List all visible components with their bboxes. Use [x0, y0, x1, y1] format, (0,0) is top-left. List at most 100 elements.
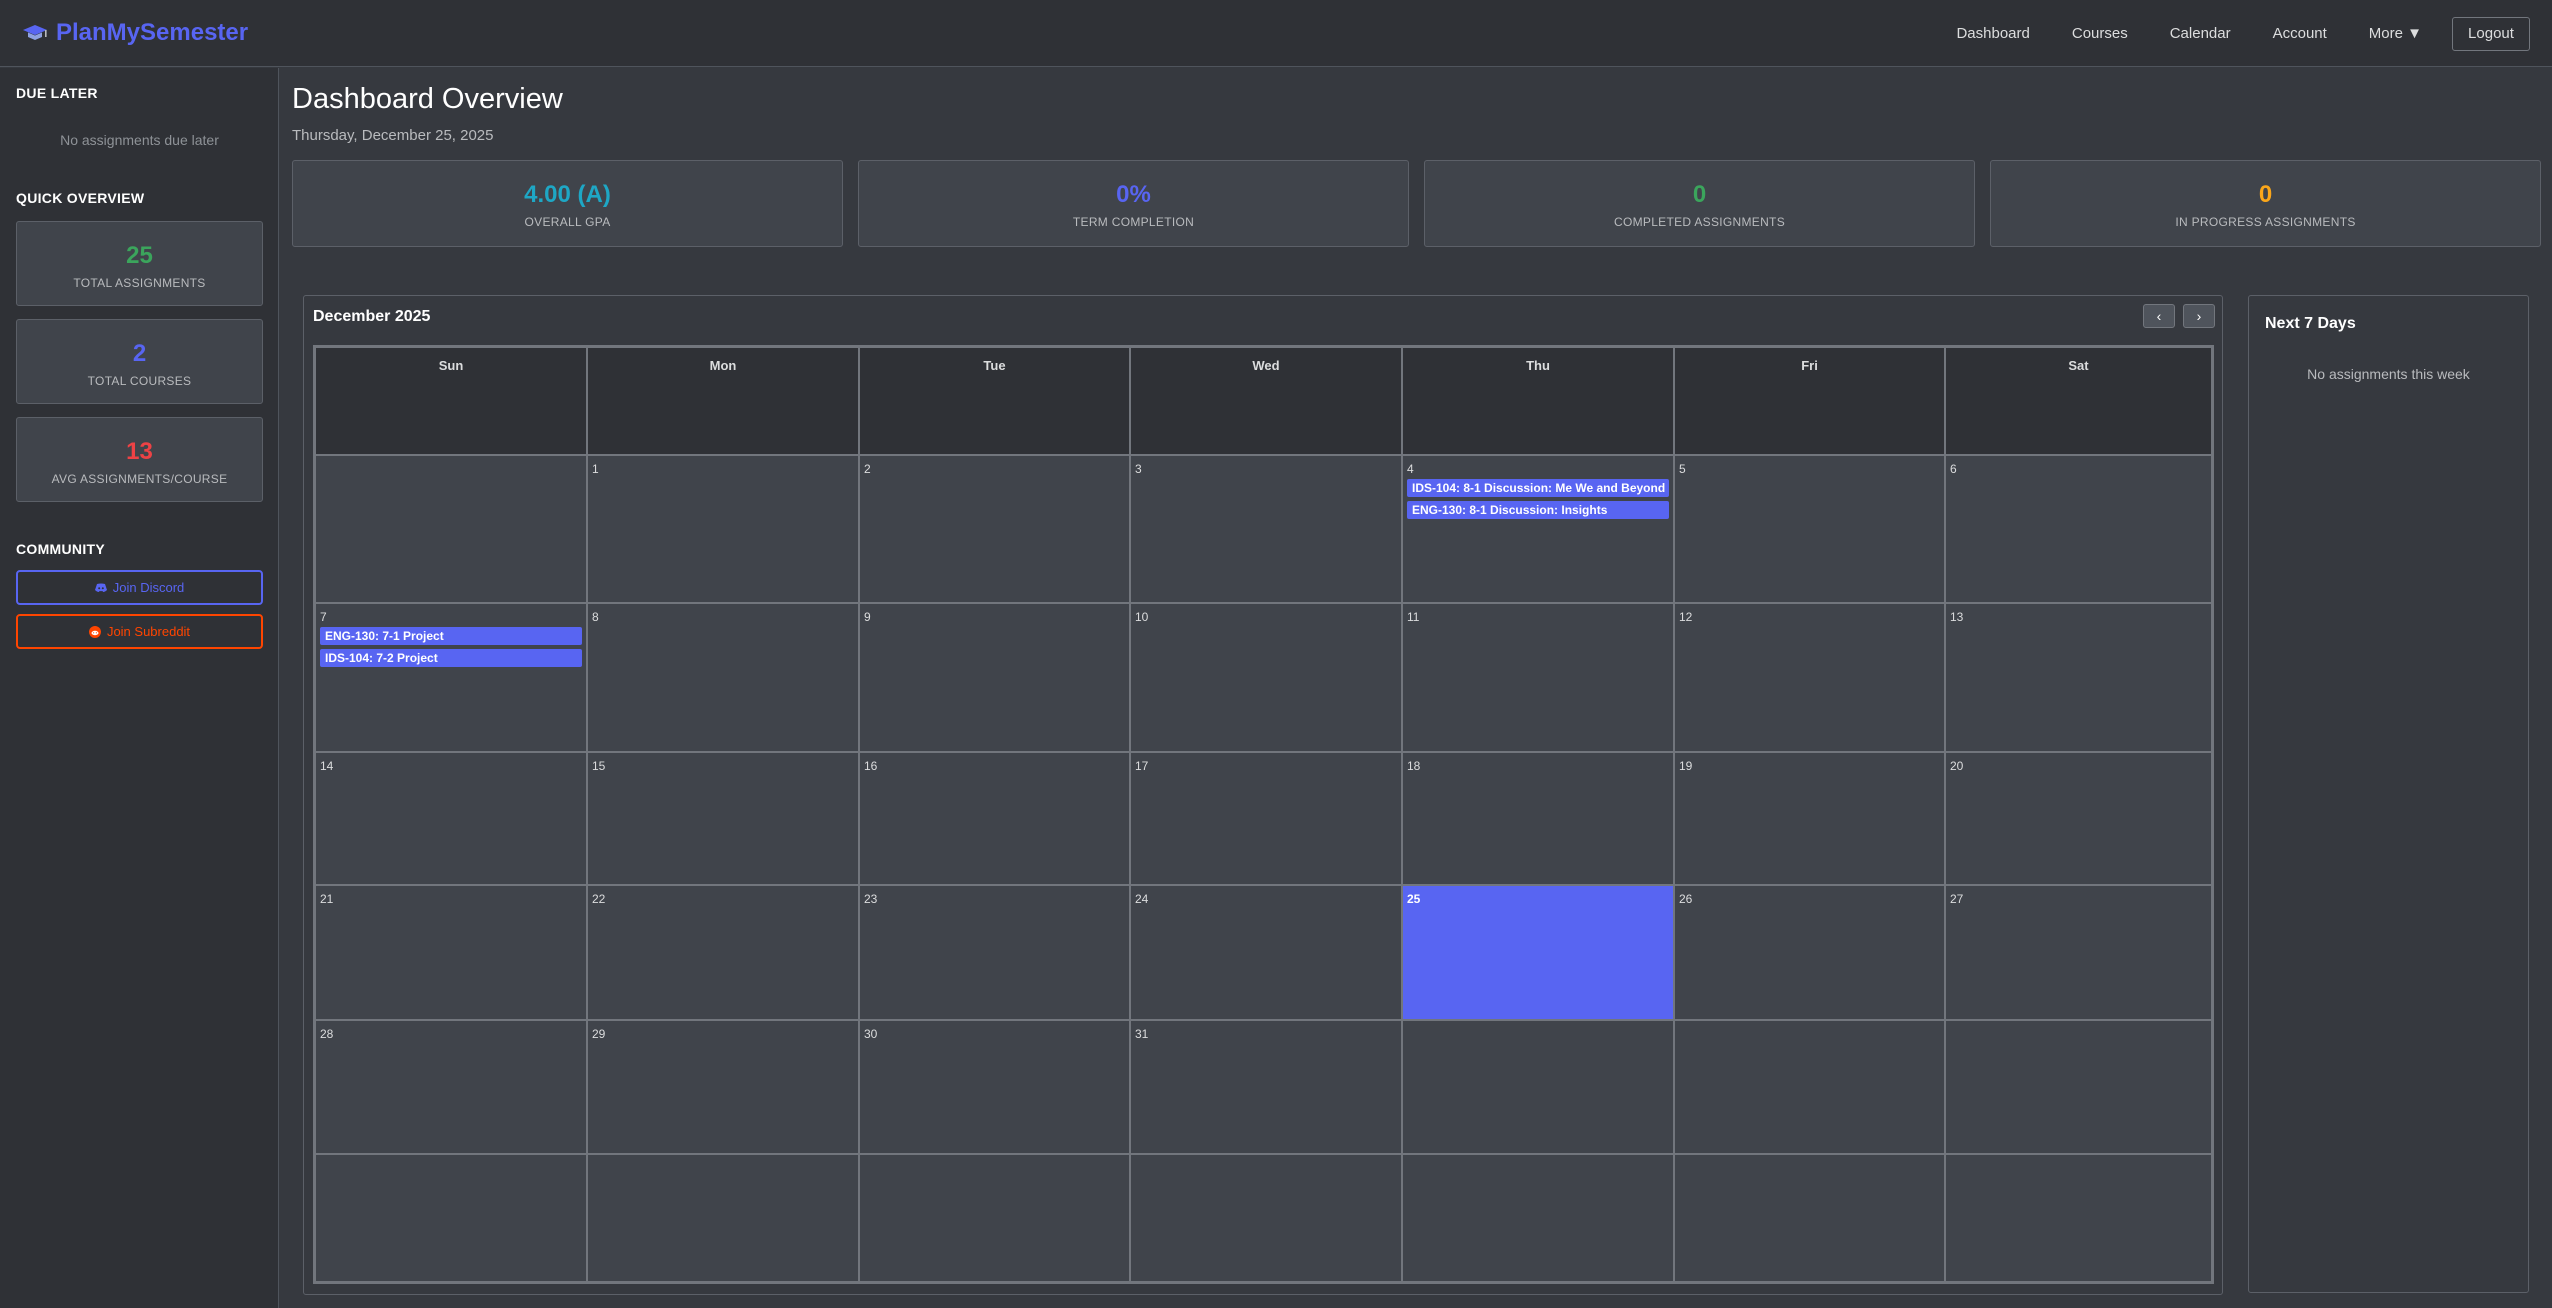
day-number: 30 [864, 1027, 877, 1041]
weekday-header: Mon [587, 347, 859, 455]
brand-link[interactable]: PlanMySemester [22, 19, 248, 47]
calendar-day[interactable]: 2 [859, 455, 1130, 603]
calendar-day[interactable] [1945, 1154, 2212, 1282]
current-date: Thursday, December 25, 2025 [292, 127, 494, 144]
calendar-day[interactable]: 27 [1945, 885, 2212, 1020]
day-number: 12 [1679, 610, 1692, 624]
calendar-day[interactable]: 5 [1674, 455, 1945, 603]
calendar-next-button[interactable]: › [2183, 304, 2215, 328]
calendar-day[interactable]: 15 [587, 752, 859, 885]
join-discord-button[interactable]: Join Discord [16, 570, 263, 605]
next-7-days-title: Next 7 Days [2265, 315, 2356, 333]
day-number: 6 [1950, 462, 1957, 476]
stat-avg-assignments: 13 AVG ASSIGNMENTS/COURSE [16, 417, 263, 502]
main-nav: Dashboard Courses Calendar Account More … [1956, 0, 2552, 67]
calendar-day[interactable]: 30 [859, 1020, 1130, 1154]
weekday-name: Sun [316, 358, 586, 373]
day-number: 14 [320, 759, 333, 773]
calendar-day[interactable]: 12 [1674, 603, 1945, 752]
calendar-day[interactable]: 11 [1402, 603, 1674, 752]
kpi-completed-assignments: 0 COMPLETED ASSIGNMENTS [1424, 160, 1975, 247]
logout-button[interactable]: Logout [2452, 17, 2530, 51]
calendar-event[interactable]: ENG-130: 8-1 Discussion: Insights [1407, 501, 1669, 519]
weekday-name: Wed [1131, 358, 1401, 373]
calendar-day[interactable]: 6 [1945, 455, 2212, 603]
calendar-day[interactable]: 23 [859, 885, 1130, 1020]
day-number: 22 [592, 892, 605, 906]
due-later-empty: No assignments due later [16, 132, 263, 148]
day-number: 1 [592, 462, 599, 476]
nav-dashboard[interactable]: Dashboard [1956, 25, 2029, 42]
day-number: 29 [592, 1027, 605, 1041]
calendar-day[interactable]: 22 [587, 885, 859, 1020]
nav-courses[interactable]: Courses [2072, 25, 2128, 42]
join-discord-label: Join Discord [113, 580, 185, 595]
calendar-day[interactable] [315, 1154, 587, 1282]
calendar-day[interactable]: 29 [587, 1020, 859, 1154]
day-number: 23 [864, 892, 877, 906]
day-number: 20 [1950, 759, 1963, 773]
calendar-day[interactable]: 1 [587, 455, 859, 603]
join-subreddit-button[interactable]: Join Subreddit [16, 614, 263, 649]
calendar-day[interactable]: 10 [1130, 603, 1402, 752]
calendar-day[interactable] [1945, 1020, 2212, 1154]
calendar-day[interactable] [587, 1154, 859, 1282]
next-7-days-panel: Next 7 Days No assignments this week [2248, 295, 2529, 1293]
calendar-day[interactable] [1674, 1020, 1945, 1154]
calendar-day[interactable]: 18 [1402, 752, 1674, 885]
nav-account[interactable]: Account [2273, 25, 2327, 42]
kpi-value: 4.00 (A) [293, 181, 842, 209]
day-number: 5 [1679, 462, 1686, 476]
weekday-header: Sat [1945, 347, 2212, 455]
stat-label: TOTAL COURSES [17, 374, 262, 388]
calendar-day[interactable]: 19 [1674, 752, 1945, 885]
calendar-day[interactable] [315, 455, 587, 603]
calendar-day[interactable]: 8 [587, 603, 859, 752]
day-number: 15 [592, 759, 605, 773]
top-navbar: PlanMySemester Dashboard Courses Calenda… [0, 0, 2552, 67]
calendar-day[interactable]: 4IDS-104: 8-1 Discussion: Me We and Beyo… [1402, 455, 1674, 603]
calendar-day[interactable]: 13 [1945, 603, 2212, 752]
calendar-day[interactable]: 17 [1130, 752, 1402, 885]
nav-more-dropdown[interactable]: More ▼ [2369, 25, 2422, 42]
calendar-day[interactable] [1674, 1154, 1945, 1282]
calendar-prev-button[interactable]: ‹ [2143, 304, 2175, 328]
calendar-day[interactable] [1130, 1154, 1402, 1282]
stat-label: AVG ASSIGNMENTS/COURSE [17, 472, 262, 486]
calendar-day[interactable]: 21 [315, 885, 587, 1020]
calendar-event[interactable]: IDS-104: 8-1 Discussion: Me We and Beyon… [1407, 479, 1669, 497]
calendar-day[interactable]: 7 ENG-130: 7-1 Project IDS-104: 7-2 Projec… [315, 603, 587, 752]
nav-calendar[interactable]: Calendar [2170, 25, 2231, 42]
kpi-in-progress-assignments: 0 IN PROGRESS ASSIGNMENTS [1990, 160, 2541, 247]
calendar-day[interactable]: 20 [1945, 752, 2212, 885]
calendar-day[interactable]: 3 [1130, 455, 1402, 603]
calendar-day[interactable]: 9 [859, 603, 1130, 752]
page-title: Dashboard Overview [292, 83, 563, 116]
calendar-day[interactable] [1402, 1154, 1674, 1282]
calendar-day[interactable]: 14 [315, 752, 587, 885]
weekday-header: Wed [1130, 347, 1402, 455]
calendar-day-today[interactable]: 25 [1402, 885, 1674, 1020]
day-number: 18 [1407, 759, 1420, 773]
calendar-day[interactable]: 31 [1130, 1020, 1402, 1154]
kpi-label: TERM COMPLETION [859, 215, 1408, 229]
calendar-day[interactable]: 16 [859, 752, 1130, 885]
calendar-day[interactable] [859, 1154, 1130, 1282]
discord-icon [95, 583, 107, 593]
weekday-header: Fri [1674, 347, 1945, 455]
day-number: 26 [1679, 892, 1692, 906]
kpi-overall-gpa: 4.00 (A) OVERALL GPA [292, 160, 843, 247]
chevron-left-icon: ‹ [2157, 308, 2162, 324]
day-number: 13 [1950, 610, 1963, 624]
calendar-day[interactable] [1402, 1020, 1674, 1154]
calendar-event[interactable]: IDS-104: 7-2 Project [320, 649, 582, 667]
next-7-days-empty: No assignments this week [2249, 366, 2528, 382]
calendar-day[interactable]: 24 [1130, 885, 1402, 1020]
day-number: 7 [320, 610, 327, 624]
calendar-event[interactable]: ENG-130: 7-1 Project [320, 627, 582, 645]
day-number: 24 [1135, 892, 1148, 906]
join-subreddit-label: Join Subreddit [107, 624, 190, 639]
weekday-name: Sat [1946, 358, 2211, 373]
calendar-day[interactable]: 26 [1674, 885, 1945, 1020]
calendar-day[interactable]: 28 [315, 1020, 587, 1154]
